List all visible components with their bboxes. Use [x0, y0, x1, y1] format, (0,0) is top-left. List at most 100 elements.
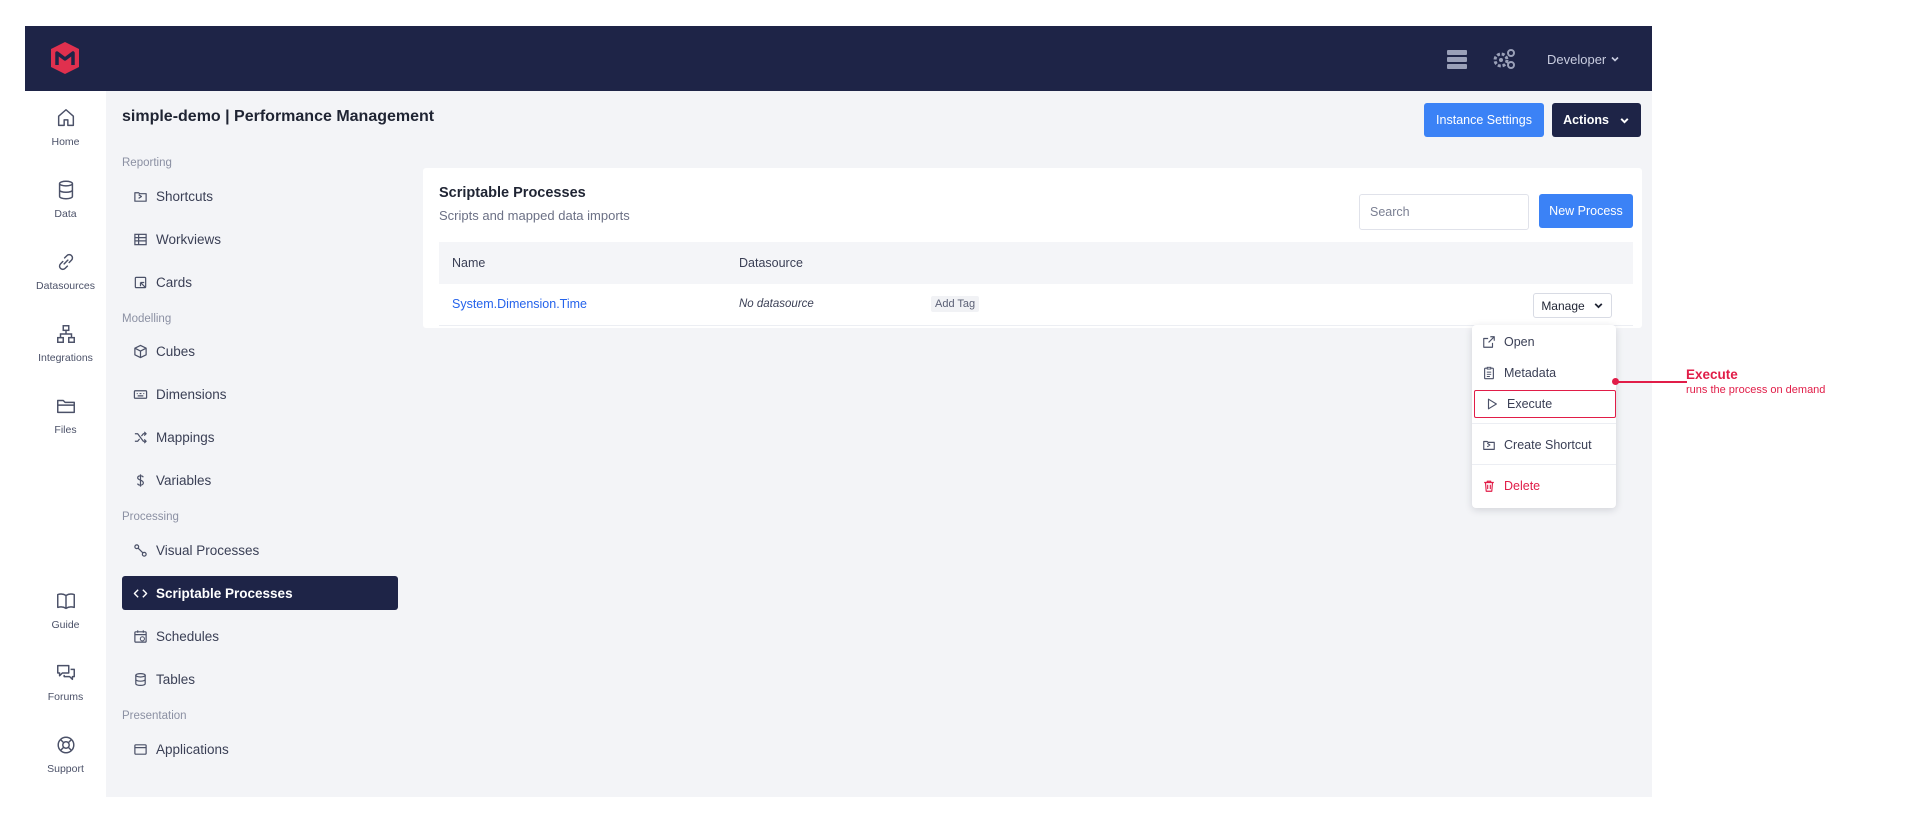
chat-icon	[56, 664, 75, 681]
user-menu[interactable]: Developer	[1547, 48, 1620, 70]
clipboard-icon	[1484, 366, 1494, 380]
menu-item-delete[interactable]: Delete	[1472, 472, 1616, 500]
menu-item-execute[interactable]: Execute	[1474, 390, 1616, 418]
add-tag-button[interactable]: Add Tag	[931, 296, 980, 312]
icon-rail: Home Data Datasources Integrations Files…	[25, 91, 106, 797]
datasource-cell: No datasource	[739, 298, 814, 310]
table-header: Name Datasource	[439, 242, 1633, 284]
sidebar-item-cubes[interactable]: Cubes	[122, 334, 398, 368]
rail-item-home[interactable]: Home	[25, 105, 106, 165]
sidebar-item-label: Visual Processes	[156, 542, 260, 558]
route-icon	[134, 543, 147, 557]
sidebar-item-label: Variables	[156, 472, 212, 488]
sidebar-item-visual-processes[interactable]: Visual Processes	[122, 533, 398, 567]
sidebar-section-reporting: Reporting	[122, 157, 172, 169]
sidebar-section-processing: Processing	[122, 511, 179, 523]
sidebar-item-variables[interactable]: Variables	[122, 463, 398, 497]
sidebar-item-label: Scriptable Processes	[156, 585, 293, 601]
database-icon	[58, 180, 73, 200]
calendar-clock-icon	[134, 629, 147, 643]
card-icon	[134, 276, 147, 288]
trash-icon	[1484, 480, 1494, 492]
rail-label: Datasources	[36, 280, 95, 292]
sidebar-item-schedules[interactable]: Schedules	[122, 619, 398, 653]
sidebar-item-label: Shortcuts	[156, 188, 214, 204]
shortcut-icon	[1483, 440, 1495, 450]
folder-icon	[56, 399, 75, 414]
manage-button[interactable]: Manage	[1533, 293, 1612, 318]
sidebar-item-label: Tables	[156, 671, 196, 687]
manage-dropdown-menu: Open Metadata Execute Create Shortcut De…	[1472, 325, 1616, 508]
sidebar-item-label: Mappings	[156, 429, 215, 445]
callout-subtitle: runs the process on demand	[1686, 384, 1826, 396]
sidebar-section-modelling: Modelling	[122, 313, 172, 325]
shuffle-icon	[134, 430, 147, 444]
rail-label: Data	[54, 208, 77, 220]
sidebar-item-cards[interactable]: Cards	[122, 265, 398, 299]
search-input[interactable]	[1359, 194, 1529, 230]
sidebar-item-label: Cards	[156, 274, 193, 290]
network-icon	[56, 325, 75, 343]
rail-label: Home	[51, 136, 80, 148]
manage-label: Manage	[1541, 298, 1585, 313]
rail-label: Integrations	[38, 352, 93, 364]
new-process-button[interactable]: New Process	[1539, 194, 1633, 228]
sidebar-item-tables[interactable]: Tables	[122, 662, 398, 696]
external-link-icon	[1483, 336, 1495, 348]
menu-item-label: Create Shortcut	[1504, 438, 1592, 452]
sidebar-item-label: Cubes	[156, 343, 196, 359]
sidebar-item-workviews[interactable]: Workviews	[122, 222, 398, 256]
process-name-link[interactable]: System.Dimension.Time	[452, 297, 587, 311]
menu-divider	[1472, 423, 1616, 424]
table-grid-icon	[134, 233, 147, 245]
sidebar-item-label: Workviews	[156, 231, 222, 247]
server-icon[interactable]	[1445, 47, 1469, 71]
rail-item-forums[interactable]: Forums	[25, 660, 106, 720]
menu-item-open[interactable]: Open	[1472, 328, 1616, 356]
actions-button[interactable]: Actions	[1552, 103, 1641, 137]
card-subtitle: Scripts and mapped data imports	[439, 208, 630, 223]
rail-item-support[interactable]: Support	[25, 732, 106, 792]
menu-divider	[1472, 464, 1616, 465]
keyboard-icon	[133, 389, 148, 399]
code-icon	[133, 588, 148, 598]
sidebar-item-mappings[interactable]: Mappings	[122, 420, 398, 454]
rail-item-data[interactable]: Data	[25, 177, 106, 237]
card-title: Scriptable Processes	[439, 185, 586, 201]
play-icon	[1487, 398, 1497, 410]
menu-item-create-shortcut[interactable]: Create Shortcut	[1472, 431, 1616, 459]
chevron-down-icon	[1620, 117, 1629, 124]
sidebar-item-dimensions[interactable]: Dimensions	[122, 377, 398, 411]
rail-item-files[interactable]: Files	[25, 393, 106, 453]
menu-item-label: Execute	[1507, 397, 1553, 411]
actions-label: Actions	[1563, 113, 1609, 127]
top-bar: Developer	[25, 26, 1652, 91]
menu-item-label: Delete	[1504, 479, 1541, 493]
brand-logo-icon[interactable]	[47, 40, 83, 76]
sidebar-item-shortcuts[interactable]: Shortcuts	[122, 179, 398, 213]
cube-icon	[134, 344, 147, 358]
database-icon	[135, 672, 146, 686]
sidebar-item-scriptable-processes[interactable]: Scriptable Processes	[122, 576, 398, 610]
book-icon	[56, 593, 75, 610]
rail-item-integrations[interactable]: Integrations	[25, 321, 106, 381]
sidebar-item-applications[interactable]: Applications	[122, 732, 398, 766]
rail-item-datasources[interactable]: Datasources	[25, 249, 106, 309]
instance-settings-button[interactable]: Instance Settings	[1424, 103, 1544, 137]
column-header-name[interactable]: Name	[452, 256, 485, 270]
dollar-icon	[136, 473, 144, 487]
lifebuoy-icon	[56, 736, 75, 754]
gears-icon[interactable]	[1492, 47, 1516, 71]
callout-line	[1616, 381, 1687, 383]
app-window-icon	[134, 743, 147, 755]
table-row: System.Dimension.Time No datasource Add …	[439, 284, 1633, 326]
user-menu-label: Developer	[1547, 51, 1607, 67]
menu-item-metadata[interactable]: Metadata	[1472, 359, 1616, 387]
rail-label: Support	[47, 763, 84, 775]
rail-label: Forums	[47, 691, 84, 703]
menu-item-label: Open	[1504, 335, 1535, 349]
sidebar-section-presentation: Presentation	[122, 710, 187, 722]
column-header-datasource[interactable]: Datasource	[739, 256, 803, 270]
rail-item-guide[interactable]: Guide	[25, 588, 106, 648]
sidebar-item-label: Applications	[156, 741, 229, 757]
